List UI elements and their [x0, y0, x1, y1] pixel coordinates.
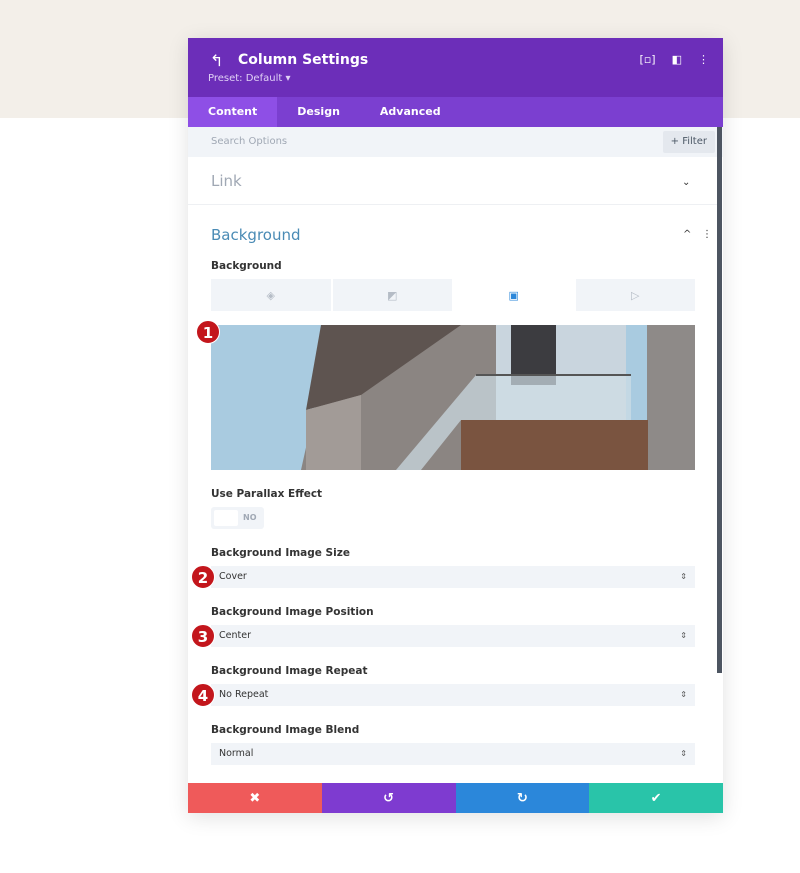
- filter-button[interactable]: + Filter: [662, 131, 715, 153]
- panel-title: Column Settings: [238, 52, 369, 68]
- tab-design[interactable]: Design: [277, 97, 360, 127]
- image-position-label: Background Image Position: [211, 606, 374, 618]
- scrollbar[interactable]: [717, 127, 722, 673]
- bg-type-video[interactable]: ▷: [575, 279, 695, 311]
- video-icon: ▷: [631, 288, 640, 302]
- panel-header: ↰ Column Settings Preset: Default ▾ [▫] …: [188, 38, 723, 97]
- divider: [188, 204, 717, 205]
- back-icon[interactable]: ↰: [210, 51, 223, 70]
- toggle-state: NO: [243, 513, 257, 522]
- tab-advanced[interactable]: Advanced: [360, 97, 461, 127]
- select-arrows-icon: ⇕: [680, 749, 687, 758]
- image-icon: ▣: [508, 288, 519, 302]
- image-position-select[interactable]: Center ⇕: [211, 625, 695, 647]
- select-arrows-icon: ⇕: [680, 631, 687, 640]
- close-icon: ✖: [249, 790, 261, 806]
- select-value: Normal: [219, 748, 254, 759]
- bg-type-color[interactable]: ◈: [211, 279, 331, 311]
- image-repeat-label: Background Image Repeat: [211, 665, 368, 677]
- column-settings-panel: ↰ Column Settings Preset: Default ▾ [▫] …: [188, 38, 723, 813]
- tab-bar: Content Design Advanced: [188, 97, 723, 127]
- preset-dropdown[interactable]: Preset: Default ▾: [208, 73, 290, 84]
- check-icon: ✔: [650, 790, 662, 806]
- select-arrows-icon: ⇕: [680, 690, 687, 699]
- search-bar: Search Options + Filter: [188, 127, 723, 157]
- image-repeat-select[interactable]: No Repeat ⇕: [211, 684, 695, 706]
- panel-footer: ✖ ↺ ↻ ✔: [188, 783, 723, 813]
- fullscreen-icon[interactable]: [▫]: [640, 53, 656, 66]
- undo-button[interactable]: ↺: [321, 783, 456, 813]
- annotation-badge-2: 2: [191, 565, 215, 589]
- more-options-icon[interactable]: ⋮: [698, 53, 709, 66]
- select-arrows-icon: ⇕: [680, 572, 687, 581]
- image-blend-label: Background Image Blend: [211, 724, 360, 736]
- sidebar-layout-icon[interactable]: ◧: [672, 53, 682, 66]
- section-more-icon[interactable]: ⋮: [702, 229, 712, 240]
- section-link[interactable]: Link: [211, 172, 242, 190]
- image-blend-select[interactable]: Normal ⇕: [211, 743, 695, 765]
- image-size-label: Background Image Size: [211, 547, 350, 559]
- chevron-down-icon[interactable]: ⌄: [682, 177, 690, 188]
- redo-icon: ↻: [516, 790, 528, 806]
- parallax-toggle[interactable]: NO: [211, 507, 264, 529]
- parallax-label: Use Parallax Effect: [211, 488, 323, 500]
- select-value: Center: [219, 630, 251, 641]
- redo-button[interactable]: ↻: [455, 783, 590, 813]
- chevron-up-icon[interactable]: ^: [683, 229, 691, 240]
- background-image-preview[interactable]: [211, 325, 695, 470]
- paint-bucket-icon: ◈: [266, 288, 275, 302]
- search-input[interactable]: Search Options: [211, 136, 287, 147]
- select-value: Cover: [219, 571, 247, 582]
- bg-type-image[interactable]: ▣: [454, 279, 574, 311]
- bg-type-gradient[interactable]: ◩: [332, 279, 452, 311]
- tab-content[interactable]: Content: [188, 97, 278, 127]
- gradient-icon: ◩: [387, 288, 398, 302]
- image-size-select[interactable]: Cover ⇕: [211, 566, 695, 588]
- cancel-button[interactable]: ✖: [188, 783, 322, 813]
- save-button[interactable]: ✔: [589, 783, 723, 813]
- annotation-badge-1: 1: [196, 320, 220, 344]
- annotation-badge-3: 3: [191, 624, 215, 648]
- undo-icon: ↺: [383, 790, 395, 806]
- background-label: Background: [211, 260, 282, 272]
- annotation-badge-4: 4: [191, 683, 215, 707]
- section-background[interactable]: Background: [211, 226, 301, 244]
- select-value: No Repeat: [219, 689, 269, 700]
